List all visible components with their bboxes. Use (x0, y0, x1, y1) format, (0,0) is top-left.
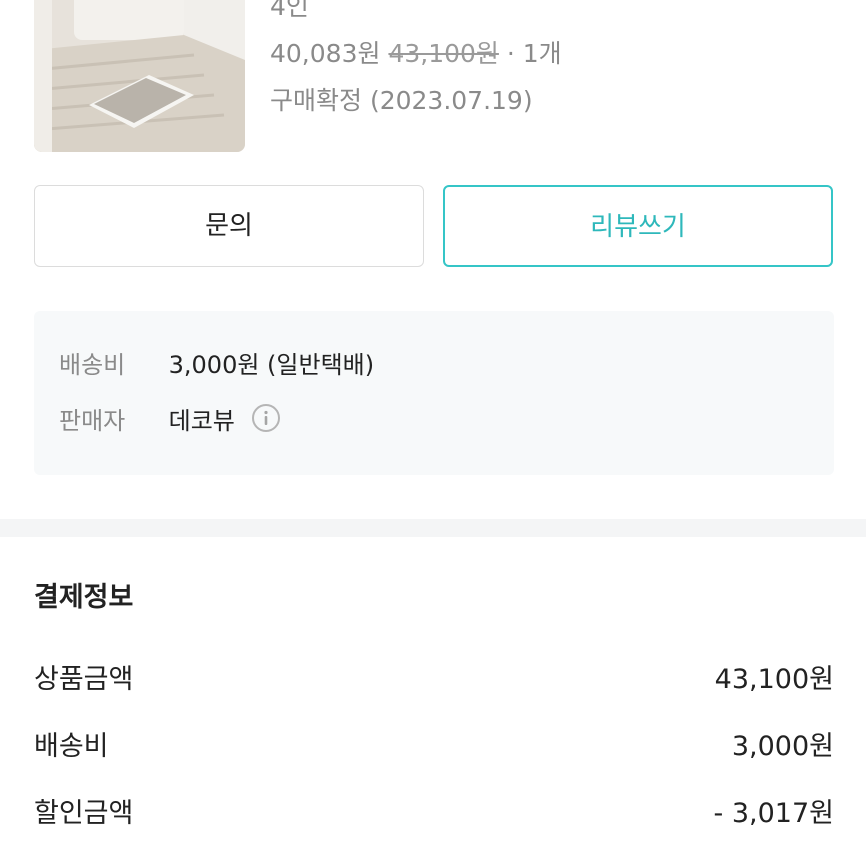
shipping-fee-label: 배송비 (59, 351, 126, 379)
inquiry-button[interactable]: 문의 (34, 185, 424, 267)
payment-row-product-amount: 상품금액 43,100원 (34, 666, 834, 693)
shipping-info-box: 배송비 3,000원 (일반택배) 판매자 데코뷰 (34, 311, 834, 475)
payment-row-label: 배송비 (34, 731, 109, 762)
quantity: · 1개 (506, 39, 562, 68)
product-thumbnail[interactable] (34, 0, 245, 152)
shipping-fee-row: 배송비 3,000원 (일반택배) (59, 353, 374, 377)
product-image (34, 0, 245, 152)
payment-row-value: 43,100원 (714, 664, 834, 695)
seller-label: 판매자 (59, 407, 126, 435)
payment-row-label: 상품금액 (34, 664, 134, 695)
price-line: 40,083원 43,100원 · 1개 (270, 41, 562, 66)
original-price: 43,100원 (388, 39, 499, 68)
payment-row-value: 3,000원 (731, 731, 834, 762)
info-circle-icon[interactable] (251, 403, 281, 437)
section-divider (0, 519, 866, 537)
payment-row-label: 할인금액 (34, 798, 134, 829)
seller-row: 판매자 데코뷰 (59, 404, 281, 437)
order-status: 구매확정 (2023.07.19) (270, 86, 533, 115)
sale-price: 40,083원 (270, 39, 381, 68)
payment-info-title: 결제정보 (34, 582, 134, 613)
payment-row-shipping-fee: 배송비 3,000원 (34, 733, 834, 760)
payment-row-discount: 할인금액 - 3,017원 (34, 800, 834, 827)
payment-row-value: - 3,017원 (713, 798, 834, 829)
seller-name: 데코뷰 (168, 407, 235, 435)
product-option: 4인 (270, 0, 309, 21)
shipping-fee-value: 3,000원 (일반택배) (168, 351, 375, 379)
write-review-button[interactable]: 리뷰쓰기 (443, 185, 833, 267)
